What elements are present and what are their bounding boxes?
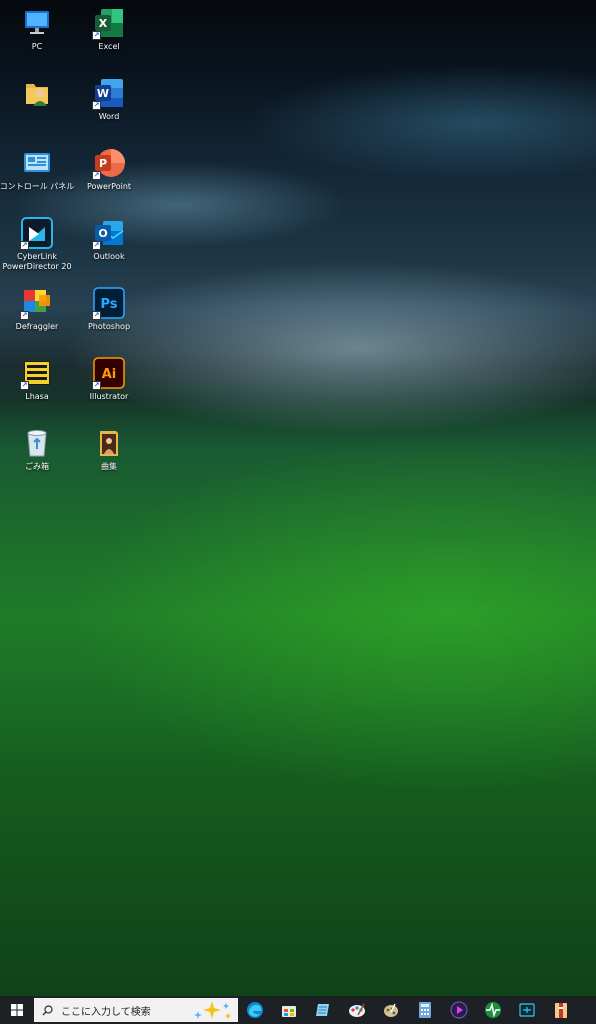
desktop: PC コントロール パネル ↗ CyberLink PowerDirector … <box>0 0 596 996</box>
lhasa-shortcut[interactable]: ↗ Lhasa <box>4 356 70 420</box>
user-folder-shortcut[interactable] <box>4 76 70 140</box>
illustrator-shortcut[interactable]: Ai ↗ Illustrator <box>76 356 142 420</box>
illustrator-icon: Ai ↗ <box>92 356 126 390</box>
illustrator-label: Illustrator <box>89 392 129 401</box>
control-panel-icon <box>20 146 54 180</box>
music-folder-shortcut[interactable]: 曲集 <box>76 426 142 490</box>
outlook-label: Outlook <box>93 252 125 261</box>
pc-label: PC <box>31 42 43 51</box>
windows-logo-icon <box>11 1004 23 1016</box>
edge-icon <box>247 1002 263 1018</box>
excel-shortcut[interactable]: X ↗ Excel <box>76 6 142 70</box>
shortcut-arrow-icon: ↗ <box>92 31 101 40</box>
image-viewer-icon <box>384 1003 398 1017</box>
search-placeholder: ここに入力して検索 <box>61 1006 151 1018</box>
shortcut-arrow-icon: ↗ <box>92 101 101 110</box>
computer-icon <box>20 6 54 40</box>
image-viewer-taskbar-button[interactable] <box>374 996 408 1024</box>
svg-text:Ai: Ai <box>102 367 117 382</box>
control-panel-label: コントロール パネル <box>0 182 75 191</box>
edge-taskbar-button[interactable] <box>238 996 272 1024</box>
paint-taskbar-button[interactable] <box>340 996 374 1024</box>
recycle-bin-label: ごみ箱 <box>25 462 49 471</box>
shortcut-arrow-icon: ↗ <box>92 171 101 180</box>
taskbar-search[interactable]: ここに入力して検索 <box>34 998 238 1022</box>
music-folder-icon <box>92 426 126 460</box>
cyberlink-label-line2: PowerDirector 20 <box>2 262 72 271</box>
defraggler-shortcut[interactable]: ↗ Defraggler <box>4 286 70 350</box>
shortcut-arrow-icon: ↗ <box>92 311 101 320</box>
word-shortcut[interactable]: W ↗ Word <box>76 76 142 140</box>
activity-monitor-icon <box>485 1002 501 1018</box>
archive-tool-taskbar-button[interactable] <box>544 996 578 1024</box>
excel-label: Excel <box>98 42 120 51</box>
search-highlight-sparkle-icon <box>194 1001 231 1019</box>
cyberlink-shortcut[interactable]: ↗ CyberLink PowerDirector 20 <box>2 216 72 280</box>
cyberlink-label: CyberLink <box>17 252 57 261</box>
word-icon: W ↗ <box>92 76 126 110</box>
photoshop-label: Photoshop <box>87 322 131 331</box>
activity-monitor-taskbar-button[interactable] <box>476 996 510 1024</box>
paint-icon <box>349 1003 365 1017</box>
calculator-icon <box>419 1002 431 1018</box>
svg-text:W: W <box>97 87 109 100</box>
store-icon <box>282 1006 296 1017</box>
pc-shortcut[interactable]: PC <box>4 6 70 70</box>
svg-text:O: O <box>98 227 107 240</box>
defraggler-label: Defraggler <box>15 322 59 331</box>
search-icon <box>42 1004 53 1015</box>
svg-text:X: X <box>99 17 108 30</box>
recycle-bin-icon <box>20 426 54 460</box>
shortcut-arrow-icon: ↗ <box>20 381 29 390</box>
photoshop-shortcut[interactable]: Ps ↗ Photoshop <box>76 286 142 350</box>
calculator-taskbar-button[interactable] <box>408 996 442 1024</box>
media-player-icon <box>450 1001 468 1019</box>
shortcut-arrow-icon: ↗ <box>20 241 29 250</box>
taskbar: ここに入力して検索 <box>0 996 596 1024</box>
archive-tool-icon <box>555 1003 567 1018</box>
store-taskbar-button[interactable] <box>272 996 306 1024</box>
start-button[interactable] <box>0 996 34 1024</box>
shortcut-arrow-icon: ↗ <box>92 381 101 390</box>
powerpoint-label: PowerPoint <box>86 182 132 191</box>
screen-capture-icon <box>519 1003 535 1017</box>
word-label: Word <box>98 112 120 121</box>
notepad-taskbar-button[interactable] <box>306 996 340 1024</box>
control-panel-shortcut[interactable]: コントロール パネル <box>0 146 74 210</box>
recycle-bin-shortcut[interactable]: ごみ箱 <box>4 426 70 490</box>
excel-icon: X ↗ <box>92 6 126 40</box>
lhasa-label: Lhasa <box>25 392 49 401</box>
music-folder-label: 曲集 <box>101 462 117 471</box>
lhasa-icon: ↗ <box>20 356 54 390</box>
svg-text:P: P <box>99 157 107 170</box>
media-player-taskbar-button[interactable] <box>442 996 476 1024</box>
outlook-icon: O ↗ <box>92 216 126 250</box>
shortcut-arrow-icon: ↗ <box>20 311 29 320</box>
powerpoint-icon: P ↗ <box>92 146 126 180</box>
powerdirector-icon: ↗ <box>20 216 54 250</box>
screen-capture-taskbar-button[interactable] <box>510 996 544 1024</box>
defraggler-icon: ↗ <box>20 286 54 320</box>
svg-text:Ps: Ps <box>100 297 117 312</box>
photoshop-icon: Ps ↗ <box>92 286 126 320</box>
user-folder-icon <box>20 76 54 110</box>
outlook-shortcut[interactable]: O ↗ Outlook <box>76 216 142 280</box>
powerpoint-shortcut[interactable]: P ↗ PowerPoint <box>76 146 142 210</box>
shortcut-arrow-icon: ↗ <box>92 241 101 250</box>
notepad-icon <box>316 1004 329 1016</box>
